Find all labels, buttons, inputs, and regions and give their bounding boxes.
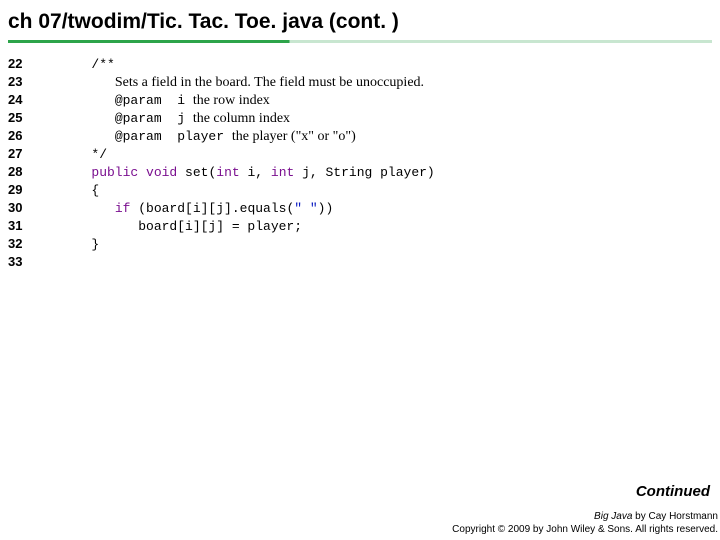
line-number: 33 (8, 253, 48, 271)
code-text (68, 165, 91, 180)
line-number: 31 (8, 217, 48, 235)
code-text (68, 129, 115, 144)
doc-tag: @param i (115, 93, 193, 108)
code-block: 22 23 24 25 26 27 28 29 30 31 32 33 /** … (0, 55, 720, 271)
line-number: 23 (8, 73, 48, 91)
code-text (68, 111, 115, 126)
code-text: board[i][j] = player; (68, 219, 302, 234)
code-text: { (68, 183, 99, 198)
code-text (68, 93, 115, 108)
line-number: 32 (8, 235, 48, 253)
code-text: j, String player) (294, 165, 434, 180)
code-text: } (68, 237, 99, 252)
footer: Big Java by Cay Horstmann Copyright © 20… (452, 510, 718, 536)
code-text: /** (68, 57, 115, 72)
doc-text: the player ("x" or "o") (232, 129, 356, 144)
code-text: */ (68, 147, 107, 162)
line-number: 29 (8, 181, 48, 199)
footer-line: Big Java by Cay Horstmann (452, 510, 718, 523)
code-text (68, 201, 115, 216)
line-number: 30 (8, 199, 48, 217)
code-content: /** Sets a field in the board. The field… (48, 55, 712, 271)
keyword: void (146, 165, 177, 180)
line-number: 28 (8, 163, 48, 181)
keyword: int (271, 165, 294, 180)
line-number: 27 (8, 145, 48, 163)
book-title: Big Java (594, 511, 632, 522)
keyword: public (91, 165, 138, 180)
code-text: set( (177, 165, 216, 180)
string-literal: " " (294, 201, 317, 216)
doc-text: the column index (193, 111, 290, 126)
line-number: 24 (8, 91, 48, 109)
line-number: 22 (8, 55, 48, 73)
author: by Cay Horstmann (632, 511, 718, 522)
line-number: 25 (8, 109, 48, 127)
doc-text: the row index (193, 93, 270, 108)
title-rule (8, 40, 712, 43)
code-text (138, 165, 146, 180)
code-text: i, (240, 165, 271, 180)
doc-text: Sets a field in the board. The field mus… (115, 75, 424, 90)
code-text: (board[i][j].equals( (130, 201, 294, 216)
continued-label: Continued (636, 483, 710, 500)
line-number: 26 (8, 127, 48, 145)
page-title: ch 07/twodim/Tic. Tac. Toe. java (cont. … (0, 0, 720, 40)
line-number-gutter: 22 23 24 25 26 27 28 29 30 31 32 33 (8, 55, 48, 271)
keyword: int (216, 165, 239, 180)
doc-tag: @param player (115, 129, 232, 144)
doc-tag: @param j (115, 111, 193, 126)
copyright: Copyright © 2009 by John Wiley & Sons. A… (452, 523, 718, 536)
code-text (68, 75, 115, 90)
code-text: )) (318, 201, 334, 216)
keyword: if (115, 201, 131, 216)
